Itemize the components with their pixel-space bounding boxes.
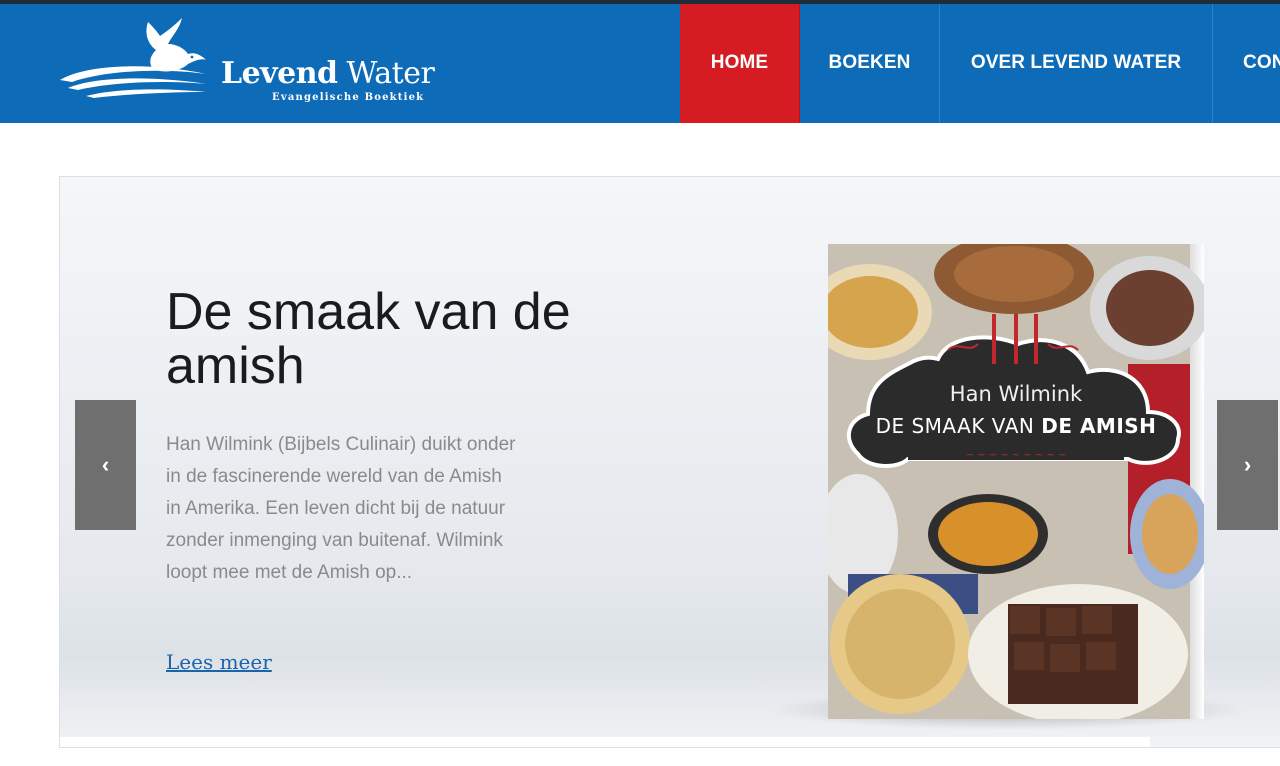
chevron-right-icon: › [1243, 452, 1252, 477]
book-cover-image[interactable]: ~ ~ ~ ~ ~ ~ ~ ~ ~ Han Wilmink DE SMAAK V… [808, 234, 1210, 724]
nav-item-boeken[interactable]: BOEKEN [800, 4, 940, 123]
nav-item-over-levend-water[interactable]: OVER LEVEND WATER [940, 4, 1213, 123]
site-header: Levend Water Evangelische Boektiek HOME … [0, 4, 1280, 123]
logo-title: Levend Water [221, 56, 435, 91]
slider-bottom-strip [60, 737, 1150, 747]
book-cover-art: ~ ~ ~ ~ ~ ~ ~ ~ ~ [808, 234, 1210, 724]
slide-description: Han Wilmink (Bijbels Culinair) duikt ond… [166, 434, 516, 583]
main-nav: HOME BOEKEN OVER LEVEND WATER CON [680, 4, 1280, 123]
slide-title: De smaak van de amish [166, 283, 571, 395]
slider-prev-button[interactable]: ‹ [75, 400, 136, 530]
read-more-link[interactable]: Lees meer [166, 650, 272, 674]
dove-water-icon [60, 18, 206, 98]
svg-text:~ ~ ~ ~ ~ ~ ~ ~ ~: ~ ~ ~ ~ ~ ~ ~ ~ ~ [966, 450, 1067, 461]
book-title: DE SMAAK VAN DE AMISH [875, 414, 1157, 438]
nav-item-home[interactable]: HOME [680, 4, 800, 123]
site-logo[interactable]: Levend Water Evangelische Boektiek [56, 14, 446, 106]
chevron-left-icon: ‹ [101, 452, 110, 477]
book-author: Han Wilmink [949, 382, 1083, 406]
slider-next-button[interactable]: › [1217, 400, 1278, 530]
nav-item-contact[interactable]: CON [1213, 4, 1280, 123]
logo-tagline: Evangelische Boektiek [272, 92, 425, 103]
